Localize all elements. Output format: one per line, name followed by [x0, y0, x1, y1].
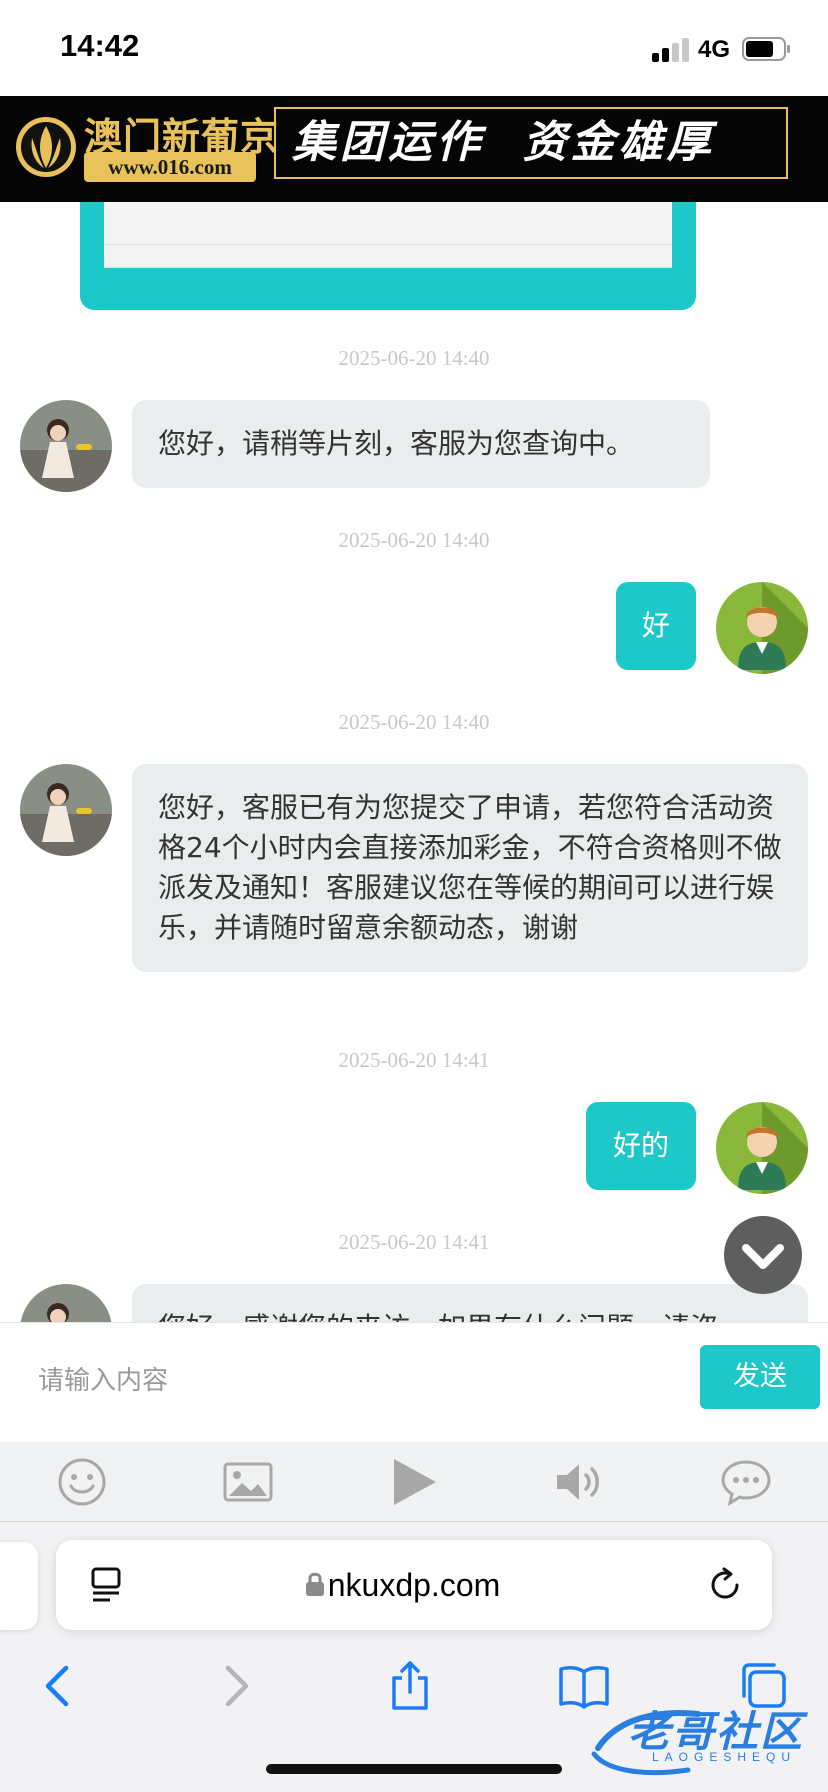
agent-avatar[interactable] [20, 764, 112, 856]
brand-logo-icon [16, 117, 76, 177]
chat-toolbar [0, 1442, 828, 1522]
lock-icon [306, 1572, 324, 1596]
banner-slogan: 集团运作 资金雄厚 [274, 107, 788, 179]
status-bar: 14:42 4G [0, 0, 828, 96]
home-indicator [266, 1764, 562, 1774]
message-input[interactable] [38, 1349, 688, 1413]
user-avatar[interactable] [716, 1102, 808, 1194]
back-icon[interactable] [30, 1658, 86, 1714]
message-timestamp: 2025-06-20 14:40 [338, 528, 490, 552]
brand-url: www.016.com [84, 152, 256, 182]
message-bubble-user: 好的 [586, 1102, 696, 1190]
previous-card [80, 202, 696, 310]
message-bubble-agent: 您好，感谢您的来访，如果有什么问题，请咨 [132, 1284, 808, 1322]
message-bubble-agent: 您好，客服已有为您提交了申请，若您符合活动资格24个小时内会直接添加彩金，不符合… [132, 764, 808, 972]
smiley-icon[interactable] [56, 1456, 108, 1508]
image-icon[interactable] [222, 1456, 274, 1508]
previous-card-content [104, 202, 672, 268]
chat-list[interactable]: 2025-06-20 14:40 您好，请稍等片刻，客服为您查询中。 2025-… [0, 202, 828, 1322]
chevron-down-icon [742, 1244, 784, 1269]
signal-icon [652, 36, 690, 62]
ad-banner[interactable]: 澳门新葡京 www.016.com 集团运作 资金雄厚 [0, 96, 828, 202]
message-timestamp: 2025-06-20 14:41 [338, 1230, 490, 1254]
agent-avatar[interactable] [20, 400, 112, 492]
message-composer: 发送 [0, 1322, 828, 1442]
message-timestamp: 2025-06-20 14:41 [338, 1048, 490, 1072]
user-avatar[interactable] [716, 582, 808, 674]
message-timestamp: 2025-06-20 14:40 [338, 346, 490, 370]
send-button[interactable]: 发送 [700, 1345, 820, 1409]
message-bubble-user: 好 [616, 582, 696, 670]
agent-avatar[interactable] [20, 1284, 112, 1322]
scroll-to-bottom-button[interactable] [724, 1216, 802, 1294]
forward-icon[interactable] [208, 1658, 264, 1714]
chat-bubble-icon[interactable] [720, 1456, 772, 1508]
message-timestamp: 2025-06-20 14:40 [338, 710, 490, 734]
reload-icon[interactable] [706, 1566, 744, 1604]
previous-tab[interactable] [0, 1542, 38, 1630]
share-icon[interactable] [382, 1658, 438, 1714]
speaker-icon[interactable] [554, 1456, 606, 1508]
status-time: 14:42 [60, 28, 140, 63]
network-label: 4G [698, 36, 731, 63]
watermark: 老哥社区 LAOGESHEQU [588, 1688, 820, 1780]
address-bar[interactable]: nkuxdp.com [56, 1540, 772, 1630]
url-text: nkuxdp.com [327, 1567, 501, 1603]
battery-icon [742, 37, 790, 61]
message-bubble-agent: 您好，请稍等片刻，客服为您查询中。 [132, 400, 710, 488]
play-icon[interactable] [388, 1456, 440, 1508]
watermark-subtext: LAOGESHEQU [652, 1750, 797, 1764]
